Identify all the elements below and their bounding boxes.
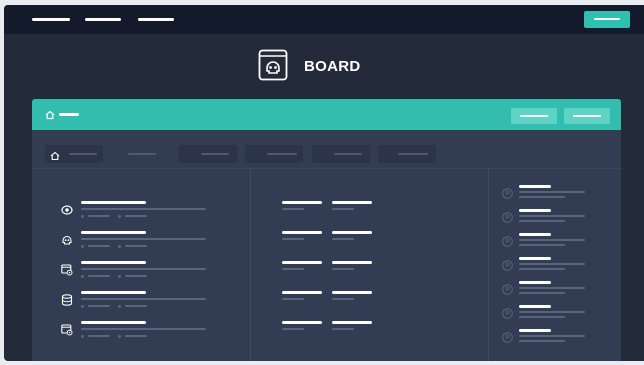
tab-4[interactable]: [245, 145, 303, 163]
nav-link-3[interactable]: [138, 18, 174, 21]
user-icon: [502, 332, 513, 343]
user-icon: [502, 308, 513, 319]
page-title: BOARD: [304, 58, 361, 75]
user-icon: [502, 212, 513, 223]
tab-bar: [32, 130, 621, 169]
user-icon: [502, 236, 513, 247]
user-icon: [502, 260, 513, 271]
column-divider: [488, 169, 489, 361]
window-settings-icon: [61, 324, 73, 336]
panel-title: [59, 113, 79, 116]
home-icon: [50, 151, 60, 161]
tab-6[interactable]: [378, 145, 436, 163]
nav-cta-button[interactable]: [584, 11, 630, 28]
tab-3[interactable]: [179, 145, 237, 163]
skull-icon: [62, 235, 72, 245]
top-nav: [4, 5, 644, 34]
database-icon: [61, 294, 73, 306]
panel-header: [32, 99, 621, 130]
nav-link-1[interactable]: [32, 18, 70, 21]
home-icon[interactable]: [45, 110, 55, 120]
user-icon: [502, 188, 513, 199]
panel-action-button-1[interactable]: [511, 108, 557, 124]
tab-5[interactable]: [312, 145, 370, 163]
skull-board-icon: [258, 49, 288, 81]
panel-action-button-2[interactable]: [564, 108, 610, 124]
eye-icon: [61, 205, 73, 215]
tab-2[interactable]: [118, 145, 166, 163]
app-window: BOARD: [4, 5, 644, 361]
nav-link-2[interactable]: [85, 18, 121, 21]
column-divider: [250, 169, 251, 361]
board-panel: [32, 99, 621, 361]
user-icon: [502, 284, 513, 295]
window-settings-icon: [61, 264, 73, 276]
